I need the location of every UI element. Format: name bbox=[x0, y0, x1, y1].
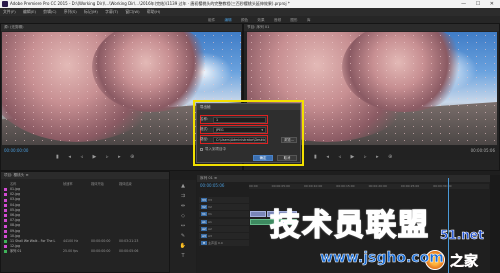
workspace-tab-audio[interactable]: 音频 bbox=[274, 18, 281, 22]
window-controls[interactable]: — ☐ ✕ bbox=[461, 0, 498, 8]
ripple-edit-tool-icon[interactable]: ⇹ bbox=[179, 202, 187, 210]
menu-window[interactable]: 窗口(W) bbox=[125, 9, 139, 14]
text-tool-icon[interactable]: T bbox=[179, 252, 187, 260]
pen-tool-icon[interactable]: ✎ bbox=[179, 232, 187, 240]
column-media-start[interactable]: 媒体开始 bbox=[91, 181, 104, 186]
name-row: 名称: bbox=[200, 116, 212, 123]
format-value: JPEG bbox=[216, 128, 224, 132]
workspace-tab-assembly[interactable]: 组件 bbox=[208, 18, 215, 22]
watermark-brand-num: 51.net bbox=[440, 228, 484, 243]
path-label: 路径: bbox=[200, 137, 209, 141]
column-name[interactable]: 名称 bbox=[10, 182, 16, 186]
workspace-tab-editing[interactable]: 编辑 bbox=[224, 18, 231, 22]
menu-marker[interactable]: 标记(M) bbox=[84, 9, 98, 14]
menu-file[interactable]: 文件(F) bbox=[3, 9, 16, 14]
program-playback-controls[interactable]: ▮ ◂ ◃ ▶ ▹ ▸ ⊕ bbox=[314, 154, 396, 160]
export-frame-dialog: 导出帧 名称: 1 格式: JPEG ▾ 路径: C:\Users\Admini… bbox=[196, 103, 301, 163]
format-row: 格式: bbox=[200, 126, 212, 133]
import-checkbox-label: 导入到项目中 bbox=[205, 147, 226, 151]
menu-title[interactable]: 字幕(T) bbox=[105, 9, 118, 14]
workspace-bar: 组件 编辑 颜色 效果 音频 图形 库 bbox=[0, 16, 500, 23]
workspace-tab-libraries[interactable]: 库 bbox=[307, 18, 311, 22]
program-monitor-header: 节目: 序列 01 bbox=[244, 24, 499, 31]
name-label: 名称: bbox=[200, 117, 209, 121]
list-item[interactable]: 序列 01 25.00 fps 00:00:00:00 00:00:05:06 bbox=[1, 249, 169, 254]
menu-bar: 文件(F) 编辑(E) 剪辑(C) 序列(S) 标记(M) 字幕(T) 窗口(W… bbox=[0, 8, 500, 16]
menu-clip[interactable]: 剪辑(C) bbox=[43, 9, 56, 14]
path-input[interactable]: C:\Users\Administrator\Desktop bbox=[213, 137, 266, 143]
browse-button[interactable]: 浏览... bbox=[281, 137, 297, 143]
timeline-timecode[interactable]: 00:00:05:06 bbox=[200, 183, 224, 188]
tools-panel: ▲ ⇉ ⇹ ◇ ↔ ✎ ✋ T bbox=[170, 180, 196, 273]
hand-tool-icon[interactable]: ✋ bbox=[179, 242, 187, 250]
ok-button[interactable]: 确定 bbox=[253, 155, 273, 161]
slip-tool-icon[interactable]: ↔ bbox=[179, 222, 187, 230]
source-monitor-header: 源: (无剪辑) bbox=[1, 24, 242, 31]
menu-help[interactable]: 帮助(H) bbox=[147, 9, 160, 14]
video-clip[interactable] bbox=[250, 211, 266, 217]
timeline-header: 序列 01 ≡ bbox=[197, 175, 500, 182]
watermark-url: www.jsgho.com bbox=[320, 250, 444, 267]
cancel-button[interactable]: 取消 bbox=[277, 155, 297, 161]
import-row[interactable]: 导入到项目中 bbox=[200, 146, 226, 153]
playhead[interactable] bbox=[448, 178, 449, 273]
razor-tool-icon[interactable]: ◇ bbox=[179, 212, 187, 220]
track-select-tool-icon[interactable]: ⇉ bbox=[179, 192, 187, 200]
project-panel-header: 项目: 樱桃头 ≡ bbox=[1, 172, 169, 179]
watermark-home: 之家 bbox=[450, 254, 479, 271]
window-title: Adobe Premiere Pro CC 2015 - D:\(Working… bbox=[10, 1, 290, 6]
source-playback-controls[interactable]: ▮ ◂ ◃ ▶ ▹ ▸ ⊕ bbox=[56, 154, 138, 160]
source-timecode-current: 00:00:00:00 bbox=[4, 148, 29, 153]
workspace-tab-color[interactable]: 颜色 bbox=[241, 18, 248, 22]
menu-sequence[interactable]: 序列(S) bbox=[64, 9, 77, 14]
format-label: 格式: bbox=[200, 127, 209, 131]
workspace-tab-effects[interactable]: 效果 bbox=[257, 18, 264, 22]
column-framerate[interactable]: 帧速率 bbox=[63, 181, 73, 186]
program-timecode-duration: 00:00:05:06 bbox=[470, 148, 495, 153]
path-row: 路径: bbox=[200, 136, 212, 143]
format-select[interactable]: JPEG ▾ bbox=[213, 127, 266, 133]
selection-tool-icon[interactable]: ▲ bbox=[179, 182, 187, 190]
menu-edit[interactable]: 编辑(E) bbox=[23, 9, 36, 14]
timeline-ruler[interactable]: 00:00 00:00:05:00 00:00:10:00 00:00:15:00 00… bbox=[249, 184, 489, 189]
watermark-brand: 技术员联盟 bbox=[269, 207, 430, 244]
chevron-down-icon: ▾ bbox=[261, 128, 263, 132]
dialog-title: 导出帧 bbox=[197, 104, 300, 110]
project-item-list: 01.jpg 02.jpg 03.jpg 04.jpg 05.jpg 06.jp… bbox=[1, 187, 169, 254]
import-checkbox[interactable] bbox=[200, 147, 203, 151]
name-input[interactable]: 1 bbox=[213, 117, 266, 123]
window-titlebar: Adobe Premiere Pro CC 2015 - D:\(Working… bbox=[0, 0, 500, 8]
column-media-end[interactable]: 媒体结束 bbox=[119, 181, 132, 186]
premiere-app-icon bbox=[2, 1, 8, 7]
audio-meter bbox=[490, 175, 500, 273]
project-column-headers: 名称 帧速率 媒体开始 媒体结束 bbox=[10, 181, 132, 186]
workspace-tab-graphics[interactable]: 图形 bbox=[290, 18, 297, 22]
